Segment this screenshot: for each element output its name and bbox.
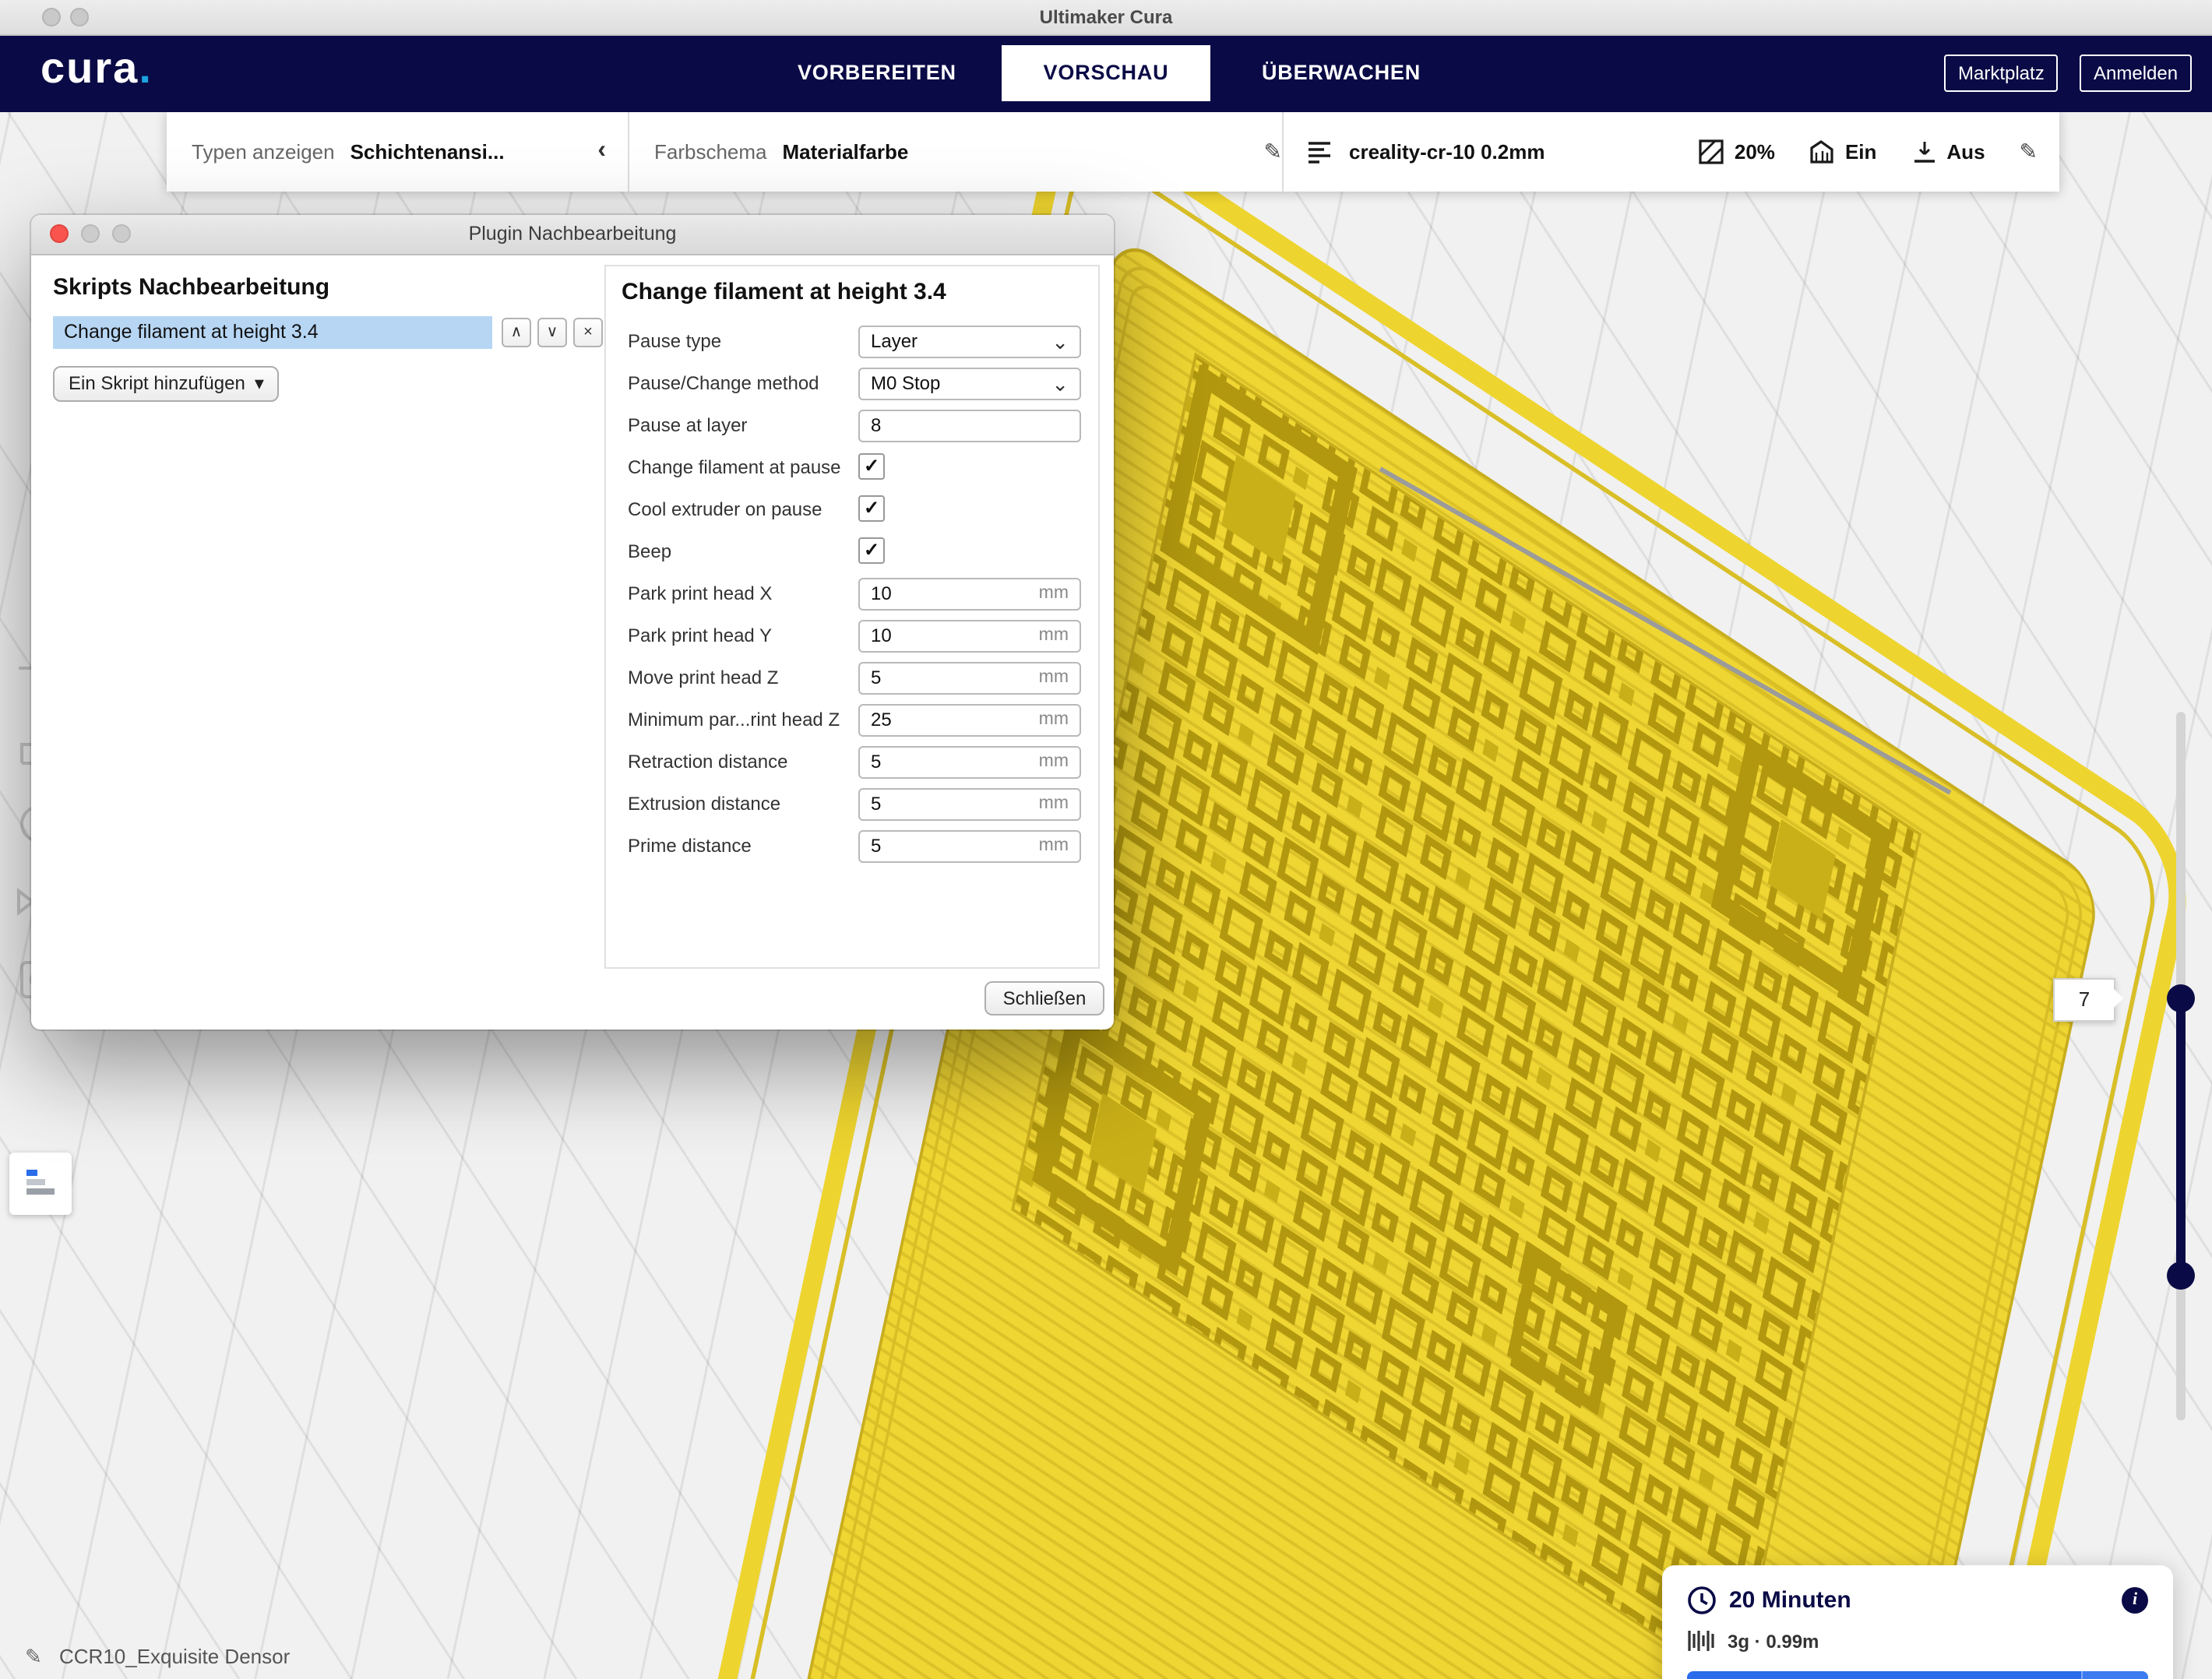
- marketplace-button[interactable]: Marktplatz: [1944, 55, 2059, 92]
- collapse-chevron-icon[interactable]: ‹: [597, 137, 606, 165]
- clock-icon: [1687, 1586, 1717, 1615]
- tab-prepare[interactable]: VORBEREITEN: [798, 34, 956, 112]
- pause-method-select[interactable]: M0 Stop ⌄: [858, 368, 1081, 400]
- prime-distance-input[interactable]: 5 mm: [858, 830, 1081, 863]
- infill-summary: 20%: [1699, 138, 1775, 164]
- unit-label: mm: [1039, 579, 1069, 609]
- printer-profile-value[interactable]: creality-cr-10 0.2mm: [1349, 139, 1545, 163]
- pause-at-layer-input[interactable]: 8: [858, 410, 1081, 442]
- sign-in-button[interactable]: Anmelden: [2080, 55, 2192, 92]
- unit-label: mm: [1039, 832, 1069, 861]
- selected-script-item[interactable]: Change filament at height 3.4: [53, 316, 492, 349]
- pause-type-select[interactable]: Layer ⌄: [858, 326, 1081, 358]
- layer-number-tooltip: 7: [2053, 978, 2115, 1022]
- post-processing-dialog: Plugin Nachbearbeitung Skripts Nachbearb…: [31, 215, 1114, 1030]
- view-type-label: Typen anzeigen: [192, 139, 335, 163]
- cura-app: 7 ✎ CCR10_Exquisite Densor 40.0 x 80.0 x…: [0, 0, 2212, 1679]
- move-script-down-button[interactable]: ∨: [537, 318, 567, 347]
- field-label: Minimum par...rint head Z: [628, 709, 840, 730]
- add-script-dropdown-icon: ▾: [255, 368, 264, 400]
- close-dialog-button[interactable]: Schließen: [984, 981, 1104, 1015]
- layer-slider-range[interactable]: [2176, 998, 2186, 1276]
- chevron-down-icon: ⌄: [1051, 369, 1069, 399]
- layers-legend-button[interactable]: [9, 1153, 72, 1215]
- field-label: Extrusion distance: [628, 793, 780, 815]
- edit-print-settings-pencil-icon[interactable]: ✎: [2020, 138, 2038, 164]
- move-script-up-button[interactable]: ∧: [502, 318, 531, 347]
- unit-label: mm: [1039, 664, 1069, 693]
- layer-slider-bottom-handle[interactable]: [2167, 1262, 2195, 1290]
- preview-toolbar: Typen anzeigen Schichtenansi... ‹ Farbsc…: [167, 111, 2059, 192]
- layer-slider-top-handle[interactable]: [2167, 984, 2195, 1012]
- profile-layers-icon: [1305, 137, 1333, 165]
- model-name: CCR10_Exquisite Densor: [59, 1645, 290, 1668]
- chevron-down-icon: ⌄: [1051, 327, 1069, 357]
- infill-icon: [1699, 138, 1725, 164]
- app-header: cura. VORBEREITEN VORSCHAU ÜBERWACHEN Ma…: [0, 34, 2212, 112]
- os-titlebar: Ultimaker Cura: [0, 0, 2212, 36]
- material-spool-icon: [1687, 1629, 1715, 1653]
- unit-label: mm: [1039, 748, 1069, 777]
- scripts-heading: Skripts Nachbearbeitung: [53, 274, 329, 301]
- adhesion-value: Aus: [1946, 139, 1985, 163]
- retraction-distance-input[interactable]: 5 mm: [858, 746, 1081, 779]
- field-label: Pause/Change method: [628, 372, 819, 394]
- move-head-z-input[interactable]: 5 mm: [858, 662, 1081, 695]
- adhesion-icon: [1911, 138, 1937, 164]
- tab-preview[interactable]: VORSCHAU: [1002, 45, 1210, 101]
- tab-monitor[interactable]: ÜBERWACHEN: [1262, 34, 1421, 112]
- print-options-chevron-icon[interactable]: ⌄: [2081, 1671, 2148, 1679]
- color-scheme-selector[interactable]: Farbschema Materialfarbe ✎: [629, 111, 1282, 192]
- adhesion-summary: Aus: [1911, 138, 1985, 164]
- minimum-park-head-z-input[interactable]: 25 mm: [858, 704, 1081, 737]
- change-filament-checkbox[interactable]: ✓: [858, 453, 885, 480]
- script-settings-panel: Change filament at height 3.4 Pause type…: [604, 265, 1100, 969]
- field-label: Park print head Y: [628, 625, 772, 646]
- field-label: Move print head Z: [628, 667, 778, 688]
- field-label: Cool extruder on pause: [628, 498, 822, 520]
- script-settings-heading: Change filament at height 3.4: [622, 279, 946, 305]
- field-label: Park print head X: [628, 583, 772, 604]
- field-label: Retraction distance: [628, 751, 787, 773]
- remove-script-button[interactable]: ×: [573, 318, 603, 347]
- dialog-titlebar[interactable]: Plugin Nachbearbeitung: [31, 215, 1114, 255]
- field-label: Prime distance: [628, 835, 752, 857]
- cura-logo: cura.: [41, 44, 153, 93]
- view-type-value[interactable]: Schichtenansi...: [350, 139, 505, 163]
- edit-view-pencil-icon[interactable]: ✎: [1264, 138, 1282, 164]
- park-head-y-input[interactable]: 10 mm: [858, 620, 1081, 653]
- unit-label: mm: [1039, 706, 1069, 735]
- cool-extruder-checkbox[interactable]: ✓: [858, 495, 885, 522]
- print-with-octoprint-button[interactable]: Print with OctoPrint ⌄: [1687, 1671, 2148, 1679]
- print-summary-panel: 20 Minuten i 3g · 0.99m Print with OctoP…: [1662, 1565, 2173, 1679]
- print-time: 20 Minuten: [1729, 1587, 1851, 1614]
- material-usage: 3g · 0.99m: [1728, 1630, 1819, 1652]
- color-scheme-label: Farbschema: [654, 139, 767, 163]
- color-scheme-value[interactable]: Materialfarbe: [783, 139, 909, 163]
- park-head-x-input[interactable]: 10 mm: [858, 578, 1081, 611]
- view-type-selector[interactable]: Typen anzeigen Schichtenansi... ‹: [167, 111, 628, 192]
- beep-checkbox[interactable]: ✓: [858, 537, 885, 564]
- field-label: Change filament at pause: [628, 456, 841, 478]
- support-value: Ein: [1845, 139, 1876, 163]
- extrusion-distance-input[interactable]: 5 mm: [858, 788, 1081, 821]
- info-icon[interactable]: i: [2122, 1587, 2148, 1614]
- window-title: Ultimaker Cura: [0, 0, 2212, 34]
- add-script-button[interactable]: Ein Skript hinzufügen ▾: [53, 366, 280, 402]
- unit-label: mm: [1039, 621, 1069, 651]
- field-label: Pause type: [628, 330, 721, 352]
- print-settings-summary[interactable]: creality-cr-10 0.2mm 20% Ein Aus ✎: [1284, 111, 2059, 192]
- field-label: Pause at layer: [628, 414, 747, 436]
- support-icon: [1809, 138, 1836, 164]
- field-label: Beep: [628, 540, 671, 562]
- layers-legend-icon: [22, 1165, 59, 1202]
- rename-model-icon[interactable]: ✎: [25, 1645, 42, 1670]
- infill-value: 20%: [1735, 139, 1775, 163]
- support-summary: Ein: [1809, 138, 1876, 164]
- dialog-title: Plugin Nachbearbeitung: [31, 215, 1114, 254]
- unit-label: mm: [1039, 790, 1069, 819]
